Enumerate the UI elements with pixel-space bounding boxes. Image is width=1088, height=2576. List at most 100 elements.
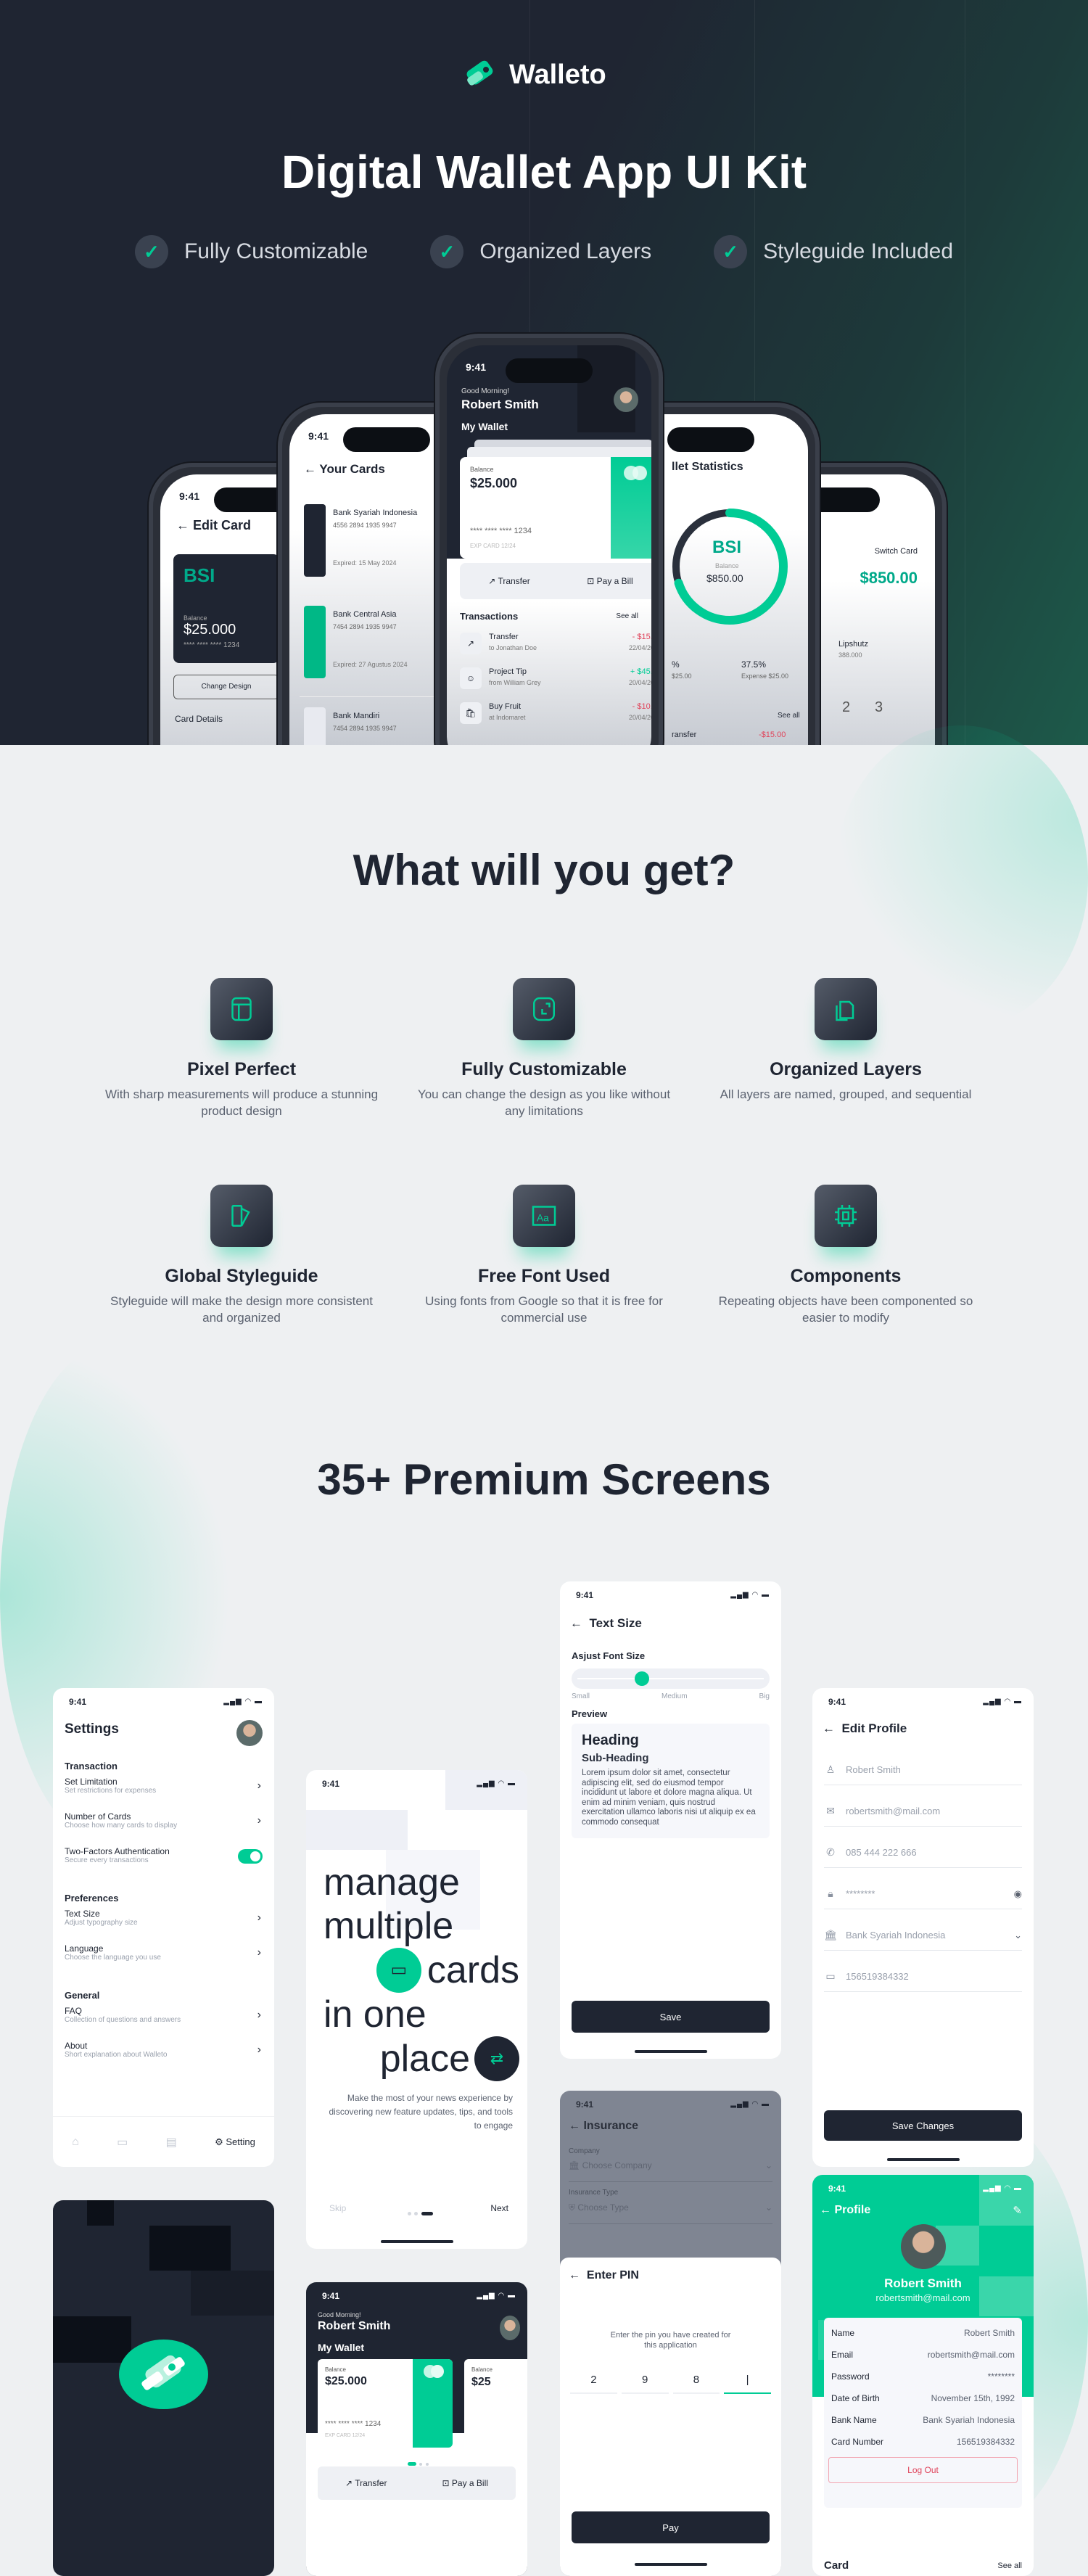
card-number: **** **** **** 1234 <box>470 527 532 535</box>
avatar[interactable] <box>500 2316 520 2340</box>
profile-field[interactable]: ▭ 156519384332 <box>824 1962 1022 1992</box>
avatar[interactable] <box>236 1720 263 1746</box>
chevron-right-icon[interactable]: › <box>257 1946 261 1959</box>
profile-field[interactable]: 🏛 Bank Syariah Indonesia ⌄ <box>824 1920 1022 1951</box>
check-label: Styleguide Included <box>763 239 954 263</box>
pin-digit[interactable]: 8 <box>672 2366 720 2394</box>
settings-item[interactable]: About Short explanation about Walleto › <box>65 2041 263 2073</box>
svg-text:Aa: Aa <box>537 1213 549 1224</box>
wallet-card[interactable]: Balance $25.000 **** **** **** 1234 EXP … <box>318 2359 453 2448</box>
card-balance: $25.000 <box>184 622 236 638</box>
income-value: $25.00 <box>672 672 692 680</box>
profile-field[interactable]: ✉ robertsmith@mail.com <box>824 1796 1022 1827</box>
settings-item[interactable]: FAQ Collection of questions and answers › <box>65 2006 263 2038</box>
status-icons: ▂▄▆ ◠ ▬ <box>223 1698 263 1705</box>
wallet-card[interactable]: Balance $25 <box>464 2359 527 2448</box>
section-title: Transactions <box>460 611 519 622</box>
settings-item[interactable]: Two-Factors Authentication Secure every t… <box>65 1846 263 1878</box>
pay-bill-button[interactable]: ⊡ Pay a Bill <box>587 576 632 586</box>
type-select[interactable]: ⛨ Choose Type ⌄ <box>569 2202 772 2224</box>
back-arrow-icon[interactable]: ← <box>823 1721 835 1735</box>
chevron-down-icon[interactable]: ⌄ <box>1014 1930 1022 1941</box>
see-all-link[interactable]: See all <box>997 2561 1022 2570</box>
chevron-right-icon[interactable]: › <box>257 2044 261 2057</box>
screen-title: ← Text Size <box>570 1616 642 1630</box>
feature-description: With sharp measurements will produce a s… <box>104 1087 379 1118</box>
profile-row: Name Robert Smith <box>831 2328 1015 2338</box>
pin-digit[interactable]: 9 <box>621 2366 669 2394</box>
font-size-slider[interactable] <box>572 1668 770 1689</box>
status-time: 9:41 <box>466 361 487 373</box>
amount-input[interactable]: $850.00 <box>860 569 918 588</box>
settings-item[interactable]: Language Choose the language you use › <box>65 1943 263 1975</box>
feature-description: All layers are named, grouped, and seque… <box>720 1087 972 1101</box>
chevron-right-icon[interactable]: › <box>257 1912 261 1925</box>
profile-field[interactable]: 🔒︎ ******** ◉ <box>824 1879 1022 1909</box>
back-arrow-icon[interactable]: ← <box>570 1616 582 1630</box>
checkmark-icon: ✓ <box>430 235 464 268</box>
nav-stats-icon[interactable]: ▭ <box>117 2135 128 2149</box>
pay-button[interactable]: Pay <box>572 2511 770 2543</box>
feature-title: Free Font Used <box>478 1266 610 1286</box>
feature-title: Pixel Perfect <box>186 1059 297 1079</box>
screen-splash <box>53 2200 274 2576</box>
screen-settings: 9:41 ▂▄▆ ◠ ▬ Settings Transaction Set Limi… <box>53 1688 274 2167</box>
settings-group-title: General <box>65 1990 100 2001</box>
keypad-key[interactable]: 3 <box>875 699 883 716</box>
status-time: 9:41 <box>322 1779 340 1789</box>
transaction-row[interactable]: ☺Project Tipfrom William Grey+ $45.0020/… <box>460 664 651 699</box>
profile-row: Bank Name Bank Syariah Indonesia <box>831 2415 1015 2425</box>
pin-sheet: ← Enter PIN Enter the pin you have creat… <box>560 2258 781 2576</box>
onboarding-description: Make the most of your news experience by… <box>329 2093 514 2131</box>
next-button[interactable]: Next <box>490 2203 508 2213</box>
company-select[interactable]: 🏛 Choose Company ⌄ <box>569 2160 772 2182</box>
settings-item[interactable]: Text Size Adjust typography size › <box>65 1909 263 1941</box>
chevron-right-icon[interactable]: › <box>257 1779 261 1793</box>
save-button[interactable]: Save <box>572 2001 770 2033</box>
see-all-link[interactable]: See all <box>616 612 638 620</box>
layout-icon <box>210 978 273 1040</box>
settings-item[interactable]: Set Limitation Set restrictions for expen… <box>65 1777 263 1808</box>
transfer-button[interactable]: ↗ Transfer <box>488 576 529 586</box>
edit-pencil-icon[interactable]: ✎ <box>1013 2204 1022 2217</box>
eye-icon[interactable]: ◉ <box>1014 1888 1022 1900</box>
skip-button[interactable]: Skip <box>329 2203 346 2213</box>
wallet-card[interactable]: Balance $25.000 **** **** **** 1234 EXP … <box>460 457 651 559</box>
logout-button[interactable]: Log Out <box>828 2457 1018 2483</box>
back-arrow-icon[interactable]: ← <box>820 2204 831 2216</box>
field-label: Insurance Type <box>569 2189 619 2197</box>
feature-item: Global Styleguide Styleguide will make th… <box>104 1185 379 1326</box>
profile-field[interactable]: ♙ Robert Smith <box>824 1755 1022 1785</box>
check-item: ✓ Organized Layers <box>430 235 651 268</box>
screen-title: ← Edit Card <box>176 518 252 532</box>
see-all-link[interactable]: See all <box>778 712 800 720</box>
avatar[interactable] <box>614 387 638 412</box>
chevron-right-icon[interactable]: › <box>257 1814 261 1827</box>
switch-card-label[interactable]: Switch Card <box>875 547 918 556</box>
save-changes-button[interactable]: Save Changes <box>824 2110 1022 2141</box>
profile-name: Robert Smith <box>884 2276 962 2290</box>
brand-name: Walleto <box>509 59 606 90</box>
pay-bill-button[interactable]: ⊡ Pay a Bill <box>442 2478 488 2488</box>
chevron-right-icon[interactable]: › <box>257 2009 261 2022</box>
pin-digit[interactable]: | <box>724 2366 771 2394</box>
back-arrow-icon[interactable]: ← <box>569 2269 580 2281</box>
bank-logo: BSI <box>184 564 215 586</box>
profile-row: Date of Birth November 15th, 1992 <box>831 2393 1015 2403</box>
nav-setting[interactable]: ⚙ Setting <box>215 2136 255 2148</box>
nav-home-icon[interactable]: ⌂ <box>72 2136 79 2149</box>
settings-item[interactable]: Number of Cards Choose how many cards to … <box>65 1811 263 1843</box>
transaction-row[interactable]: 🛍Buy Fruitat Indomaret- $10.0020/04/2021 <box>460 699 651 734</box>
slider-thumb[interactable] <box>635 1671 650 1686</box>
keypad-key[interactable]: 2 <box>842 699 850 716</box>
pin-digit[interactable]: 2 <box>570 2366 617 2394</box>
change-design-button[interactable]: Change Design <box>173 675 279 699</box>
transaction-amount: -$15.00 <box>759 731 786 739</box>
toggle-switch[interactable] <box>238 1849 263 1864</box>
transfer-button[interactable]: ↗ Transfer <box>345 2478 387 2488</box>
nav-card-icon[interactable]: ▤ <box>166 2135 177 2149</box>
checkmark-icon: ✓ <box>714 235 748 268</box>
card-number: **** **** **** 1234 <box>184 641 240 649</box>
transaction-row[interactable]: ↗Transferto Jonathan Doe- $15.0022/04/20… <box>460 630 651 664</box>
profile-field[interactable]: ✆ 085 444 222 666 <box>824 1838 1022 1868</box>
